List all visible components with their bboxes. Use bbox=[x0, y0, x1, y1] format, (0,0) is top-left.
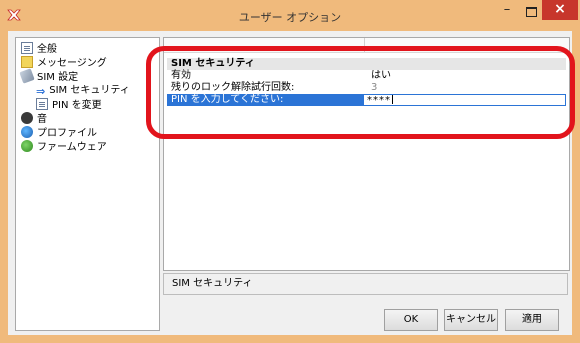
tree-item-firmware[interactable]: ファームウェア bbox=[21, 140, 107, 153]
apply-button[interactable]: 適用 bbox=[505, 309, 559, 331]
property-row-remaining-attempts: 残りのロック解除試行回数: 3 bbox=[167, 82, 566, 94]
document-icon bbox=[36, 98, 48, 110]
close-button[interactable]: × bbox=[542, 0, 578, 20]
property-row-enabled[interactable]: 有効 はい bbox=[167, 70, 566, 82]
section-header: SIM セキュリティ bbox=[167, 58, 566, 70]
message-icon bbox=[21, 56, 33, 68]
text-caret bbox=[392, 95, 393, 104]
column-header bbox=[164, 38, 569, 53]
arrow-right-icon: ⇒ bbox=[36, 85, 46, 98]
tree-item-sound[interactable]: 音 bbox=[21, 112, 47, 125]
tree-item-label: メッセージング bbox=[37, 58, 107, 69]
property-key: 残りのロック解除試行回数: bbox=[171, 82, 295, 93]
tree-item-messaging[interactable]: メッセージング bbox=[21, 56, 107, 69]
document-icon bbox=[21, 42, 33, 54]
property-key: PIN を入力してください: bbox=[171, 94, 284, 105]
property-key: 有効 bbox=[171, 70, 191, 81]
tree-item-label: 音 bbox=[37, 114, 47, 125]
dialog-client-area: 全般 メッセージング SIM 設定 ⇒ SIM セキュリティ PIN を変更 音 … bbox=[8, 31, 575, 335]
tree-item-label: 全般 bbox=[37, 44, 57, 55]
title-bar: ユーザー オプション – × bbox=[0, 0, 580, 31]
column-divider[interactable] bbox=[364, 38, 365, 52]
tree-item-label: プロファイル bbox=[37, 128, 97, 139]
property-value: 3 bbox=[371, 82, 378, 93]
tree-item-label: SIM 設定 bbox=[37, 72, 79, 83]
maximize-button[interactable] bbox=[520, 2, 542, 20]
tree-item-profile[interactable]: プロファイル bbox=[21, 126, 97, 139]
pin-input[interactable]: **** bbox=[363, 94, 566, 106]
profile-icon bbox=[21, 126, 33, 138]
minimize-button[interactable]: – bbox=[494, 2, 520, 20]
sim-card-icon bbox=[19, 68, 35, 84]
pin-input-value: **** bbox=[367, 95, 391, 106]
window-title: ユーザー オプション bbox=[238, 11, 342, 24]
property-grid: SIM セキュリティ 有効 はい 残りのロック解除試行回数: 3 PIN を入力… bbox=[163, 37, 570, 271]
cancel-button[interactable]: キャンセル bbox=[444, 309, 498, 331]
property-row-pin-entry[interactable]: PIN を入力してください: **** bbox=[167, 94, 566, 106]
tree-item-label: SIM セキュリティ bbox=[49, 85, 130, 96]
tree-item-sim-security[interactable]: ⇒ SIM セキュリティ bbox=[36, 84, 130, 98]
ok-button[interactable]: OK bbox=[384, 309, 438, 331]
tree-item-label: PIN を変更 bbox=[52, 100, 102, 111]
description-box: SIM セキュリティ bbox=[163, 273, 568, 295]
tree-item-change-pin[interactable]: PIN を変更 bbox=[36, 98, 102, 111]
firmware-icon bbox=[21, 140, 33, 152]
property-value: はい bbox=[371, 70, 391, 81]
tree-item-sim-settings[interactable]: SIM 設定 bbox=[19, 68, 79, 84]
options-tree: 全般 メッセージング SIM 設定 ⇒ SIM セキュリティ PIN を変更 音 … bbox=[15, 37, 160, 331]
sound-icon bbox=[21, 112, 33, 124]
maximize-icon bbox=[526, 7, 537, 17]
tree-item-general[interactable]: 全般 bbox=[21, 42, 57, 55]
tree-item-label: ファームウェア bbox=[37, 142, 107, 153]
